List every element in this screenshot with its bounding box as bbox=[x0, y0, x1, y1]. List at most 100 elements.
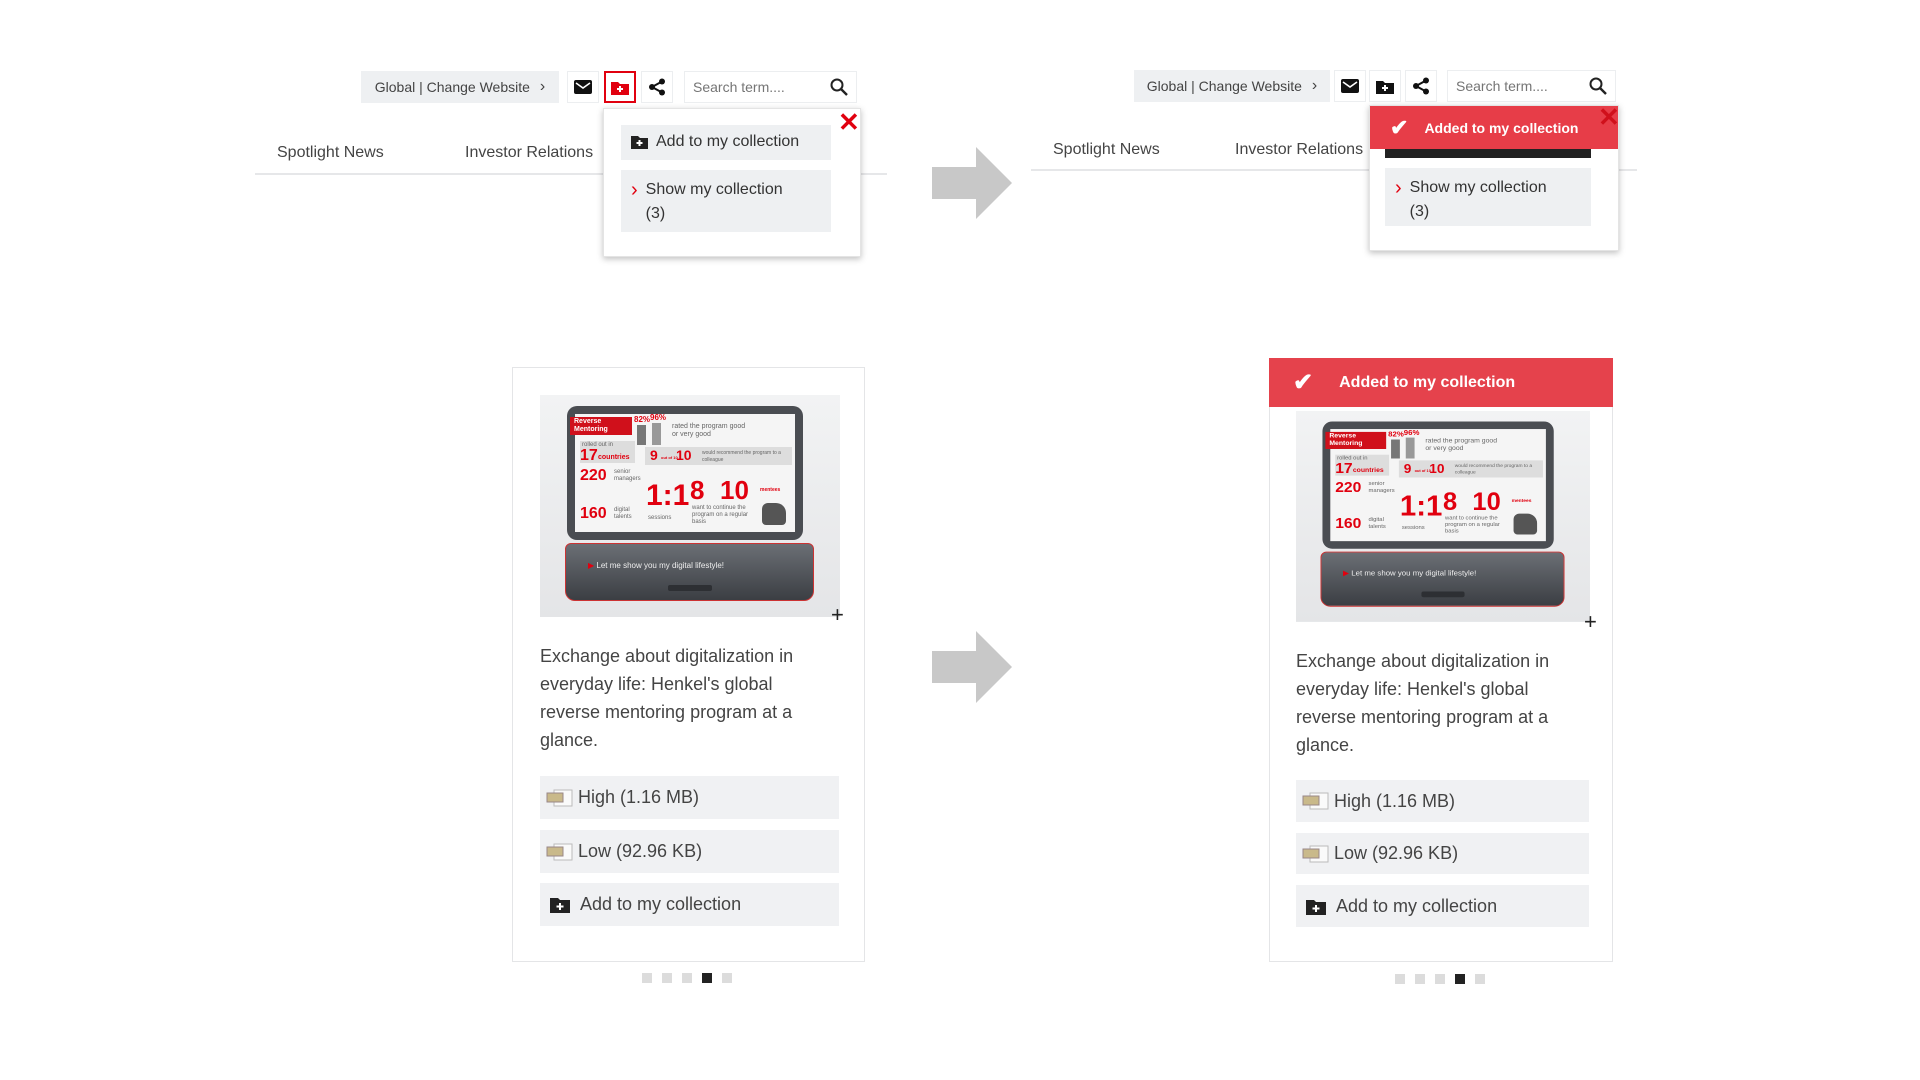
carousel-dot[interactable] bbox=[682, 973, 692, 983]
close-icon[interactable]: ✕ bbox=[838, 109, 860, 135]
download-high-label: High (1.16 MB) bbox=[578, 787, 700, 807]
stat: 10 bbox=[720, 475, 749, 505]
card-description: Exchange about digitalization in everyda… bbox=[1296, 651, 1550, 755]
lifestyle-text: Let me show you my digital lifestyle! bbox=[1351, 568, 1477, 578]
carousel-dots bbox=[642, 973, 732, 983]
nav-spotlight-news[interactable]: Spotlight News bbox=[277, 144, 384, 162]
search-icon[interactable] bbox=[830, 78, 848, 96]
media-card: ✔ Added to my collection Reverse Mentori… bbox=[1269, 358, 1613, 962]
jpg-file-icon bbox=[1302, 845, 1330, 863]
stat: 82% bbox=[1388, 430, 1404, 439]
mail-icon bbox=[574, 80, 592, 94]
collection-popup: ✔ Added to my collection ✕ › Show my col… bbox=[1369, 104, 1620, 251]
show-collection-item[interactable]: › Show my collection (3) bbox=[1385, 168, 1591, 226]
download-low-button[interactable]: Low (92.96 KB) bbox=[540, 830, 839, 873]
search-box[interactable] bbox=[684, 71, 857, 103]
stat-text: sessions bbox=[1401, 525, 1425, 531]
search-box[interactable] bbox=[1447, 70, 1616, 102]
chevron-right-icon: › bbox=[1311, 77, 1318, 94]
carousel-dots bbox=[1395, 974, 1485, 984]
collection-count: (3) bbox=[1409, 203, 1430, 220]
ribbon: Reverse Mentoring bbox=[570, 417, 632, 435]
add-collection-icon bbox=[1376, 80, 1394, 94]
add-collection-icon bbox=[550, 898, 570, 913]
image-slot[interactable]: Reverse Mentoring 82% 96% rated the prog… bbox=[540, 395, 840, 617]
carousel-dot[interactable] bbox=[1475, 974, 1485, 984]
lifestyle-text: Let me show you my digital lifestyle! bbox=[596, 561, 724, 570]
stat-text: countries bbox=[598, 454, 630, 461]
stat-text: mentees bbox=[760, 487, 781, 493]
zoom-plus-icon[interactable]: + bbox=[831, 602, 844, 628]
stat-text: sessions bbox=[648, 515, 672, 521]
stat: 1:1 bbox=[1399, 490, 1443, 523]
carousel-dot[interactable] bbox=[1415, 974, 1425, 984]
download-low-label: Low (92.96 KB) bbox=[1334, 843, 1459, 863]
add-collection-button[interactable] bbox=[1369, 70, 1401, 102]
stat: 10 bbox=[1429, 460, 1445, 476]
zoom-plus-icon[interactable]: + bbox=[1584, 609, 1597, 635]
jpg-file-icon bbox=[1302, 792, 1330, 810]
nav-investor-relations[interactable]: Investor Relations bbox=[465, 144, 593, 162]
card-description: Exchange about digitalization in everyda… bbox=[540, 646, 794, 750]
carousel-dot[interactable] bbox=[722, 973, 732, 983]
download-high-button[interactable]: High (1.16 MB) bbox=[540, 776, 839, 819]
mail-button[interactable] bbox=[567, 71, 599, 103]
stat-text: want to continue the program on a regula… bbox=[692, 505, 749, 525]
stat-text: would recommend the program to a colleag… bbox=[702, 450, 781, 463]
image-slot[interactable]: Reverse Mentoring 82% 96% rated the prog… bbox=[1296, 411, 1590, 622]
search-input[interactable] bbox=[1456, 78, 1589, 94]
stat: 9 bbox=[1403, 460, 1412, 476]
close-icon[interactable]: ✕ bbox=[1598, 104, 1620, 130]
carousel-dot[interactable] bbox=[1435, 974, 1445, 984]
infographic-image: Reverse Mentoring 82% 96% rated the prog… bbox=[1296, 411, 1590, 622]
mail-icon bbox=[1341, 79, 1359, 93]
carousel-dot[interactable] bbox=[662, 973, 672, 983]
search-input[interactable] bbox=[693, 79, 830, 95]
stat-text: mentees bbox=[1511, 498, 1532, 505]
change-website-button[interactable]: Global | Change Website › bbox=[361, 71, 559, 103]
stat: 160 bbox=[1335, 515, 1362, 532]
carousel-dot-active[interactable] bbox=[1455, 974, 1465, 984]
stat: 82% bbox=[634, 415, 651, 424]
add-to-collection-button[interactable]: Add to my collection bbox=[1296, 885, 1589, 927]
collection-popup: ✕ Add to my collection › Show my collect… bbox=[603, 108, 861, 257]
show-collection-label: Show my collection bbox=[1409, 179, 1547, 196]
chevron-right-icon: › bbox=[631, 179, 638, 201]
add-to-collection-button[interactable]: Add to my collection bbox=[540, 883, 839, 926]
mail-button[interactable] bbox=[1334, 70, 1366, 102]
stat: 17 bbox=[580, 447, 598, 464]
download-low-button[interactable]: Low (92.96 KB) bbox=[1296, 833, 1589, 874]
search-icon[interactable] bbox=[1589, 77, 1607, 95]
share-button[interactable] bbox=[1405, 70, 1437, 102]
add-collection-button[interactable] bbox=[604, 71, 636, 103]
add-collection-icon bbox=[631, 136, 648, 149]
carousel-dot-active[interactable] bbox=[702, 973, 712, 983]
stat: 17 bbox=[1335, 460, 1353, 477]
checkmark-icon: ✔ bbox=[1390, 114, 1409, 140]
add-to-collection-item[interactable] bbox=[1385, 149, 1591, 158]
stat-text: digital talents bbox=[614, 507, 632, 520]
share-button[interactable] bbox=[641, 71, 673, 103]
carousel-dot[interactable] bbox=[642, 973, 652, 983]
change-website-button[interactable]: Global | Change Website › bbox=[1134, 70, 1330, 102]
add-to-collection-label: Add to my collection bbox=[1336, 895, 1498, 916]
added-label: Added to my collection bbox=[1339, 373, 1516, 391]
arrow-right-icon bbox=[932, 147, 1012, 219]
stat: 9 bbox=[650, 447, 658, 463]
carousel-dot[interactable] bbox=[1395, 974, 1405, 984]
download-high-button[interactable]: High (1.16 MB) bbox=[1296, 780, 1589, 822]
share-icon bbox=[1413, 77, 1429, 95]
nav-spotlight-news[interactable]: Spotlight News bbox=[1053, 141, 1160, 159]
chevron-right-icon: › bbox=[539, 78, 546, 95]
added-label: Added to my collection bbox=[1424, 119, 1579, 136]
add-to-collection-item[interactable]: Add to my collection bbox=[621, 125, 831, 160]
show-collection-item[interactable]: › Show my collection (3) bbox=[621, 170, 831, 232]
stat: 96% bbox=[650, 413, 667, 422]
nav-investor-relations[interactable]: Investor Relations bbox=[1235, 141, 1363, 159]
stat-text: digital talents bbox=[1368, 517, 1386, 530]
added-notification: ✔ Added to my collection bbox=[1370, 106, 1618, 149]
media-card: Reverse Mentoring 82% 96% rated the prog… bbox=[512, 367, 865, 962]
stat: 96% bbox=[1403, 428, 1420, 437]
checkmark-icon: ✔ bbox=[1293, 369, 1314, 396]
stat: 220 bbox=[1335, 479, 1362, 496]
